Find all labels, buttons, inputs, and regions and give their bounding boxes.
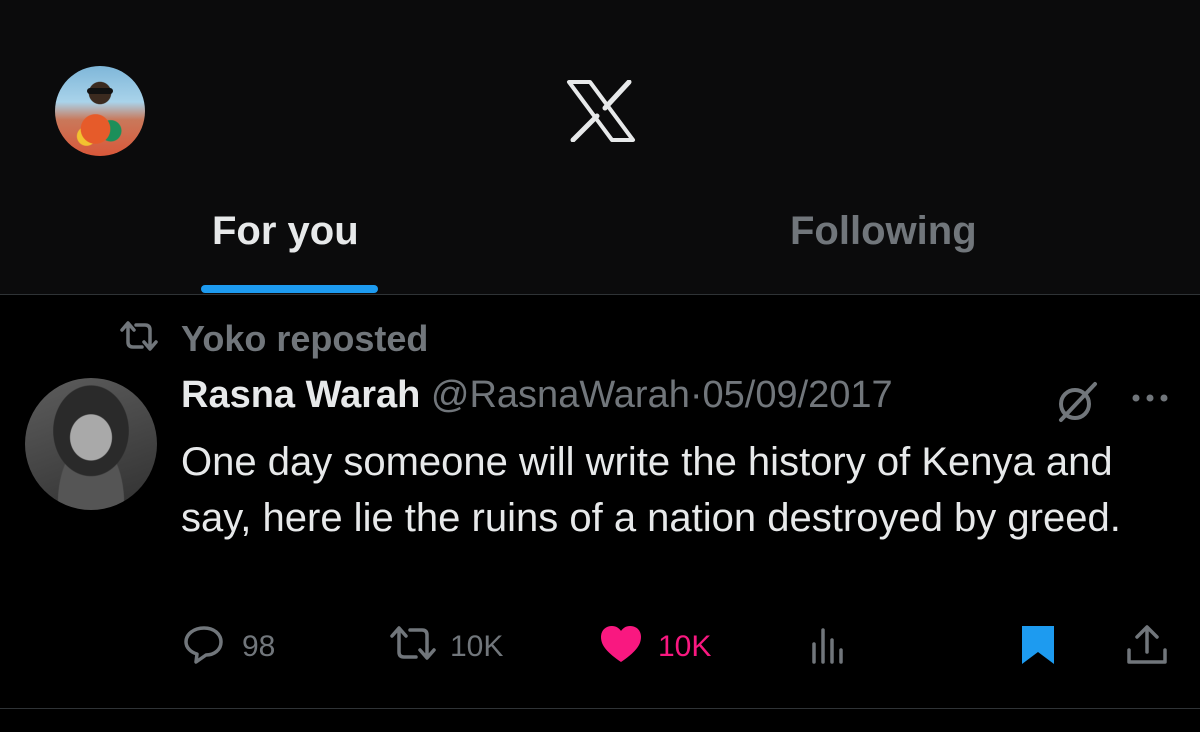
reply-button[interactable]: 98 xyxy=(182,622,292,672)
sunglasses xyxy=(87,88,113,94)
tab-following-label: Following xyxy=(790,209,977,253)
repost-button[interactable]: 10K xyxy=(388,622,528,672)
tab-for-you[interactable]: For you xyxy=(0,195,600,295)
social-context-text: Yoko reposted xyxy=(181,318,429,359)
bookmark-filled-icon xyxy=(1022,626,1054,664)
reply-count: 98 xyxy=(242,630,276,663)
heart-filled-icon xyxy=(601,626,641,662)
share-button[interactable] xyxy=(1124,622,1174,672)
author-handle[interactable]: @RasnaWarah xyxy=(431,374,690,416)
more-options-icon[interactable] xyxy=(1128,386,1172,410)
views-button[interactable] xyxy=(806,622,856,672)
user-avatar[interactable] xyxy=(55,66,145,156)
tab-following[interactable]: Following xyxy=(600,195,1200,295)
author-avatar[interactable] xyxy=(25,378,157,510)
tweet-header: Rasna Warah @RasnaWarah·05/09/2017 xyxy=(181,374,893,424)
active-tab-indicator xyxy=(201,285,378,293)
like-count: 10K xyxy=(658,630,712,663)
tweet-date[interactable]: 05/09/2017 xyxy=(703,374,893,416)
reply-icon xyxy=(184,626,223,664)
like-button[interactable]: 10K xyxy=(598,622,738,672)
views-icon xyxy=(812,628,843,664)
repost-count: 10K xyxy=(450,630,504,663)
top-header: For you Following xyxy=(0,0,1200,295)
header-separator: · xyxy=(689,374,703,416)
bookmark-button[interactable] xyxy=(1018,622,1062,672)
tab-for-you-label: For you xyxy=(212,209,359,253)
timeline-tabs: For you Following xyxy=(0,195,1200,295)
header-divider xyxy=(0,294,1200,295)
repost-icon xyxy=(390,626,436,660)
repost-icon xyxy=(120,321,158,351)
tweet-text: One day someone will write the history o… xyxy=(181,440,1121,540)
author-name[interactable]: Rasna Warah xyxy=(181,374,420,416)
grok-icon[interactable] xyxy=(1055,380,1099,424)
x-logo-icon[interactable] xyxy=(566,80,636,142)
share-icon xyxy=(1127,625,1167,664)
tweet-divider xyxy=(0,708,1200,709)
